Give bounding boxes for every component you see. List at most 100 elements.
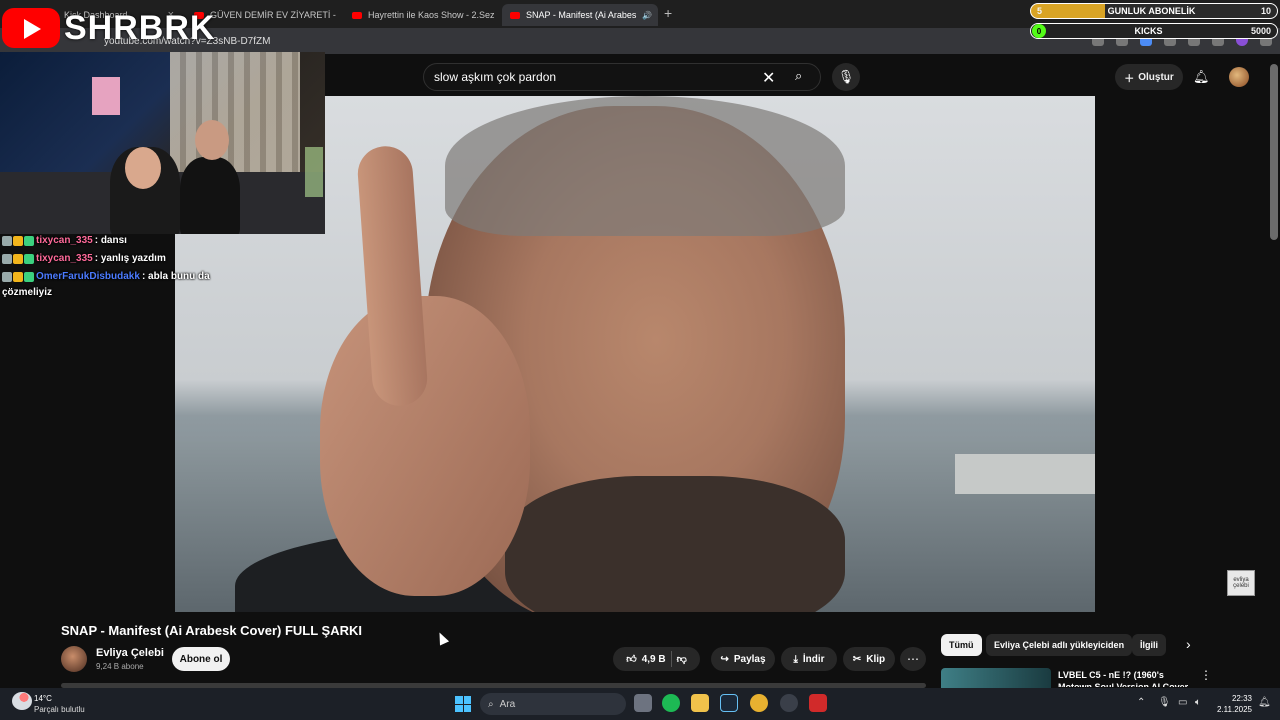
youtube-logo-icon	[2, 8, 60, 48]
weather-description[interactable]: Parçalı bulutlu	[34, 705, 85, 714]
recommended-video-thumbnail[interactable]	[941, 668, 1051, 688]
chat-username: tixycan_335	[36, 235, 93, 246]
youtube-icon	[510, 11, 520, 19]
search-icon[interactable]: ⌕	[795, 68, 802, 84]
microphone-icon[interactable]: 🎙	[1158, 697, 1171, 708]
notification-icon[interactable]: 🔔︎	[1258, 697, 1271, 708]
share-button[interactable]: ↪ Paylaş	[711, 647, 775, 671]
webcam-person-right	[180, 157, 240, 234]
mouse-cursor	[434, 630, 450, 646]
goal-target: 5000	[1250, 26, 1271, 36]
steam-icon[interactable]	[720, 694, 738, 712]
create-button[interactable]: ＋ Oluştur	[1115, 64, 1183, 90]
clip-button[interactable]: ✂ Klip	[843, 647, 895, 671]
channel-avatar[interactable]	[61, 646, 87, 672]
kick-icon: 0	[1032, 24, 1046, 38]
like-icon[interactable]: 👍︎	[626, 653, 636, 665]
download-button[interactable]: ⤓ İndir	[781, 647, 837, 671]
goal-label: GUNLUK ABONELİK	[1107, 6, 1196, 16]
taskbar-search-placeholder: Ara	[499, 698, 516, 710]
search-query: slow aşkım çok pardon	[434, 70, 557, 84]
kicks-goal-widget: 0 KICKS 5000	[1030, 23, 1278, 39]
tab-hayrettin[interactable]: Hayrettin ile Kaos Show - 2.Sez ×	[344, 4, 496, 26]
webcam-neon-light	[305, 147, 323, 197]
tab-label: Hayrettin ile Kaos Show - 2.Sez	[368, 10, 495, 20]
webcam-person-left-head	[125, 147, 161, 189]
clock-time: 22:33	[1231, 694, 1252, 703]
network-icon[interactable]: ▭	[1178, 697, 1187, 708]
file-explorer-icon[interactable]	[691, 694, 709, 712]
chevron-right-icon[interactable]: ›	[1186, 636, 1191, 652]
clock-date: 2.11.2025	[1217, 705, 1252, 714]
share-label: Paylaş	[733, 653, 766, 665]
subscribe-button[interactable]: Abone ol	[172, 647, 230, 671]
obs-app-icon[interactable]	[809, 694, 827, 712]
more-actions-button[interactable]: ⋯	[900, 647, 926, 671]
chat-message: tixycan_335 : yanlış yazdım	[2, 252, 242, 266]
new-tab-button[interactable]: +	[664, 5, 672, 21]
chevron-up-icon[interactable]: ⌃	[1137, 697, 1145, 708]
scissors-icon: ✂	[852, 653, 862, 665]
windows-start-icon[interactable]	[455, 696, 471, 712]
taskbar-search[interactable]: ⌕ Ara	[480, 693, 626, 715]
clear-search-icon[interactable]: ✕	[762, 68, 775, 88]
download-label: İndir	[802, 653, 825, 665]
video-person-beard	[505, 476, 845, 612]
kebab-menu-icon[interactable]: ⋮	[1200, 668, 1212, 682]
webcam-poster	[92, 77, 120, 115]
chrome-icon[interactable]	[750, 694, 768, 712]
recommended-video-title[interactable]: LVBEL C5 - nE !? (1960's Motown Soul Ver…	[1058, 669, 1198, 687]
stream-chat-overlay: tixycan_335 : dansı tixycan_335 : yanlış…	[2, 234, 242, 304]
youtube-icon	[352, 11, 362, 19]
stream-logo: SHRBRK	[2, 8, 215, 48]
chat-username: tixycan_335	[36, 253, 93, 264]
chat-text-continued: çözmeliyiz	[2, 287, 53, 298]
download-icon: ⤓	[793, 653, 798, 665]
video-title: SNAP - Manifest (Ai Arabesk Cover) FULL …	[61, 623, 362, 638]
chat-badges	[2, 252, 34, 264]
speaker-icon[interactable]: 🔊	[642, 11, 652, 20]
channel-name[interactable]: Evliya Çelebi	[96, 647, 164, 659]
video-person-hair	[445, 96, 845, 236]
user-avatar[interactable]	[1229, 67, 1249, 87]
chip-from-uploader[interactable]: Evliya Çelebi adlı yükleyiciden	[986, 634, 1133, 656]
task-view-icon[interactable]	[634, 694, 652, 712]
dislike-icon[interactable]: 👎︎	[677, 653, 687, 665]
channel-watermark[interactable]: evliya çelebi	[1227, 570, 1255, 596]
create-label: Oluştur	[1138, 71, 1174, 83]
tab-snap-manifest[interactable]: SNAP - Manifest (Ai Arabes 🔊 ×	[502, 4, 658, 26]
like-count[interactable]: 4,9 B	[642, 654, 666, 665]
chat-message: tixycan_335 : dansı	[2, 234, 242, 248]
weather-temperature[interactable]: 14°C	[34, 694, 52, 703]
taskbar-clock[interactable]: 22:33 2.11.2025	[1217, 693, 1252, 715]
like-dislike-group: 👍︎ 4,9 B 👎︎	[613, 647, 700, 671]
chat-message: OmerFarukDisbudakk : abla bunu da çözmel…	[2, 270, 242, 300]
microphone-icon[interactable]: 🎙	[832, 63, 860, 91]
spotify-icon[interactable]	[662, 694, 680, 712]
goal-label: KICKS	[1134, 26, 1163, 36]
app-icon[interactable]	[780, 694, 798, 712]
chip-related[interactable]: İlgili	[1132, 634, 1166, 656]
share-icon: ↪	[720, 653, 729, 665]
screen: Kick Dashboard × GÜVEN DEMİR EV ZİYARETİ…	[0, 0, 1280, 720]
chat-username: OmerFarukDisbudakk	[36, 271, 140, 282]
chat-text: : yanlış yazdım	[94, 253, 166, 264]
weather-icon[interactable]	[12, 692, 32, 710]
tab-label: GÜVEN DEMİR EV ZİYARETİ - Yo	[210, 10, 338, 20]
search-icon: ⌕	[488, 698, 494, 710]
streamer-webcam	[0, 52, 325, 234]
chat-badges	[2, 270, 34, 282]
divider	[670, 651, 672, 667]
notifications-bell-icon[interactable]: 🔔︎	[1193, 69, 1210, 85]
goal-target: 10	[1260, 6, 1271, 16]
logo-text: SHRBRK	[64, 8, 216, 47]
volume-icon[interactable]: 🔈︎	[1195, 697, 1201, 708]
chip-all[interactable]: Tümü	[941, 634, 982, 656]
webcam-person-right-head	[195, 120, 229, 160]
daily-subs-goal-widget: 5 GUNLUK ABONELİK 10	[1030, 3, 1278, 19]
subscriber-count: 9,24 B abone	[96, 662, 144, 671]
video-ferry	[955, 454, 1095, 494]
page-scrollbar[interactable]	[1270, 64, 1278, 240]
chat-badges	[2, 234, 34, 246]
chat-text: : dansı	[94, 235, 127, 246]
